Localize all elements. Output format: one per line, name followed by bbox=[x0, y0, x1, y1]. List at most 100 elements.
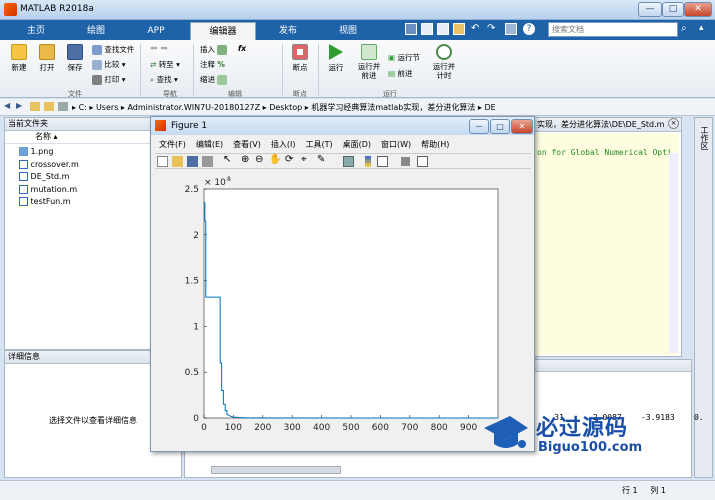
breadcrumb-desktop[interactable]: Desktop bbox=[269, 103, 302, 112]
breakpoints-label: 断点 bbox=[292, 63, 308, 72]
insert-button[interactable]: 插入 bbox=[200, 44, 228, 55]
brush-icon[interactable]: ✎ bbox=[317, 154, 325, 165]
link-plot-icon[interactable] bbox=[343, 156, 354, 167]
watermark: 必过源码 Biguo100.com bbox=[478, 408, 678, 468]
menu-desktop[interactable]: 桌面(D) bbox=[343, 140, 371, 149]
group-run-label: 运行 bbox=[383, 90, 397, 98]
tab-editor[interactable]: 编辑器 bbox=[190, 22, 256, 40]
group-breakpoints-label: 断点 bbox=[293, 90, 307, 98]
pointer-icon[interactable]: ↖ bbox=[223, 154, 231, 165]
print-figure-icon[interactable] bbox=[202, 156, 213, 167]
compare-button[interactable]: 比较 ▾ bbox=[92, 59, 126, 70]
compare-label: 比较 bbox=[104, 60, 120, 69]
search-box[interactable] bbox=[548, 22, 678, 37]
advance-button[interactable]: ▤ 前进 bbox=[388, 68, 412, 79]
figure-maximize-button[interactable]: □ bbox=[490, 119, 510, 134]
print-button[interactable]: 打印 ▾ bbox=[92, 74, 126, 85]
run-section-button[interactable]: ▣ 运行节 bbox=[388, 52, 420, 63]
colorbar-icon[interactable] bbox=[365, 156, 371, 167]
paste-icon[interactable] bbox=[453, 23, 465, 35]
copy-icon[interactable] bbox=[437, 23, 449, 35]
data-cursor-icon[interactable]: ⌖ bbox=[301, 154, 307, 165]
indent-button[interactable]: 缩进 bbox=[200, 74, 228, 85]
title-bar: MATLAB R2018a — □ ✕ bbox=[0, 0, 715, 20]
indent-label: 缩进 bbox=[200, 75, 215, 84]
folder-up-icon[interactable] bbox=[30, 102, 40, 111]
breadcrumb-drive[interactable]: C: bbox=[79, 103, 87, 112]
editor-close-icon[interactable]: × bbox=[668, 118, 679, 129]
editor-scrollbar[interactable] bbox=[669, 153, 678, 353]
menu-view[interactable]: 查看(V) bbox=[233, 140, 261, 149]
col-number: 1 bbox=[660, 486, 666, 495]
open-file-icon[interactable] bbox=[172, 156, 183, 167]
redo-icon[interactable]: ↷ bbox=[487, 23, 495, 34]
breadcrumb-de[interactable]: DE bbox=[484, 103, 495, 112]
status-position: 行 1 列 1 bbox=[622, 486, 666, 495]
help-icon[interactable]: ? bbox=[523, 23, 535, 35]
maximize-button[interactable]: □ bbox=[662, 2, 684, 17]
tab-apps[interactable]: APP bbox=[128, 22, 184, 40]
cut-icon[interactable] bbox=[421, 23, 433, 35]
open-button[interactable]: 打开 bbox=[34, 44, 60, 73]
open-label: 打开 bbox=[39, 63, 55, 72]
run-advance-button[interactable]: 运行并 前进 bbox=[355, 44, 383, 80]
run-label: 运行 bbox=[328, 63, 344, 72]
pan-icon[interactable]: ✋ bbox=[269, 154, 281, 165]
plot-area: 0 0.5 1 1.5 2 2.5 0 100 200 300 400 500 600 700 800 90… bbox=[185, 176, 499, 433]
tab-home[interactable]: 主页 bbox=[8, 22, 64, 40]
tab-publish[interactable]: 发布 bbox=[260, 22, 316, 40]
show-tools-icon[interactable] bbox=[417, 156, 428, 167]
zoom-in-icon[interactable]: ⊕ bbox=[241, 154, 249, 165]
zoom-out-icon[interactable]: ⊖ bbox=[255, 154, 263, 165]
breadcrumb-users[interactable]: Users bbox=[96, 103, 118, 112]
graduation-cap-icon bbox=[482, 414, 530, 450]
legend-icon[interactable] bbox=[377, 156, 388, 167]
close-button[interactable]: ✕ bbox=[684, 2, 712, 17]
run-button[interactable]: 运行 bbox=[325, 44, 347, 73]
save-file-button[interactable]: 保存 bbox=[62, 44, 88, 73]
new-button[interactable]: 新建 bbox=[6, 44, 32, 73]
save-icon[interactable] bbox=[405, 23, 417, 35]
tab-view[interactable]: 视图 bbox=[320, 22, 376, 40]
command-hscrollbar[interactable] bbox=[211, 466, 341, 474]
fx-button[interactable]: fx bbox=[238, 44, 246, 53]
code-line: on for Global Numerical Opti bbox=[537, 148, 672, 157]
back-icon[interactable]: ◀ bbox=[4, 101, 10, 110]
figure-titlebar: Figure 1 — □ ✕ bbox=[151, 117, 534, 135]
find-label: 查找 bbox=[156, 75, 172, 84]
switch-windows-icon[interactable] bbox=[505, 23, 517, 35]
hide-tools-icon[interactable] bbox=[401, 157, 410, 166]
search-input[interactable] bbox=[549, 23, 659, 36]
collapse-ribbon-icon[interactable]: ▴ bbox=[699, 23, 704, 33]
goto-button[interactable]: ⇄ 转至 ▾ bbox=[150, 59, 180, 70]
figure-close-button[interactable]: ✕ bbox=[511, 119, 533, 134]
forward-icon[interactable]: ▶ bbox=[16, 101, 22, 110]
nav-back-forward[interactable]: ⬅ ➡ bbox=[150, 44, 168, 54]
menu-tools[interactable]: 工具(T) bbox=[305, 140, 332, 149]
save-figure-icon[interactable] bbox=[187, 156, 198, 167]
comment-button[interactable]: 注释 % bbox=[200, 59, 225, 70]
rotate-icon[interactable]: ⟳ bbox=[285, 154, 293, 165]
minimize-button[interactable]: — bbox=[638, 2, 662, 17]
breadcrumb-admin[interactable]: Administrator.WIN7U-20180127Z bbox=[127, 103, 260, 112]
new-figure-icon[interactable] bbox=[157, 156, 168, 167]
breadcrumb-project[interactable]: 机器学习经典算法matlab实现，差分进化算法 bbox=[311, 103, 475, 112]
browse-folder-icon[interactable] bbox=[44, 102, 54, 111]
find-files-button[interactable]: 查找文件 bbox=[92, 44, 134, 55]
run-time-label: 运行并 计时 bbox=[432, 62, 456, 80]
menu-window[interactable]: 窗口(W) bbox=[381, 140, 411, 149]
tab-plots[interactable]: 绘图 bbox=[68, 22, 124, 40]
breakpoints-button[interactable]: 断点 bbox=[287, 44, 313, 73]
menu-insert[interactable]: 插入(I) bbox=[271, 140, 296, 149]
details-title: 详细信息 bbox=[8, 352, 40, 361]
figure-minimize-button[interactable]: — bbox=[469, 119, 489, 134]
run-time-button[interactable]: 运行并 计时 bbox=[430, 44, 458, 80]
menu-file[interactable]: 文件(F) bbox=[159, 140, 186, 149]
menu-edit[interactable]: 编辑(E) bbox=[196, 140, 223, 149]
print-label: 打印 bbox=[104, 75, 120, 84]
menu-help[interactable]: 帮助(H) bbox=[421, 140, 449, 149]
undo-icon[interactable]: ↶ bbox=[471, 23, 479, 34]
search-icon[interactable]: ⌕ bbox=[681, 23, 695, 37]
find-button[interactable]: ⌕ 查找 ▾ bbox=[150, 74, 178, 85]
group-edit-label: 编辑 bbox=[228, 90, 242, 98]
